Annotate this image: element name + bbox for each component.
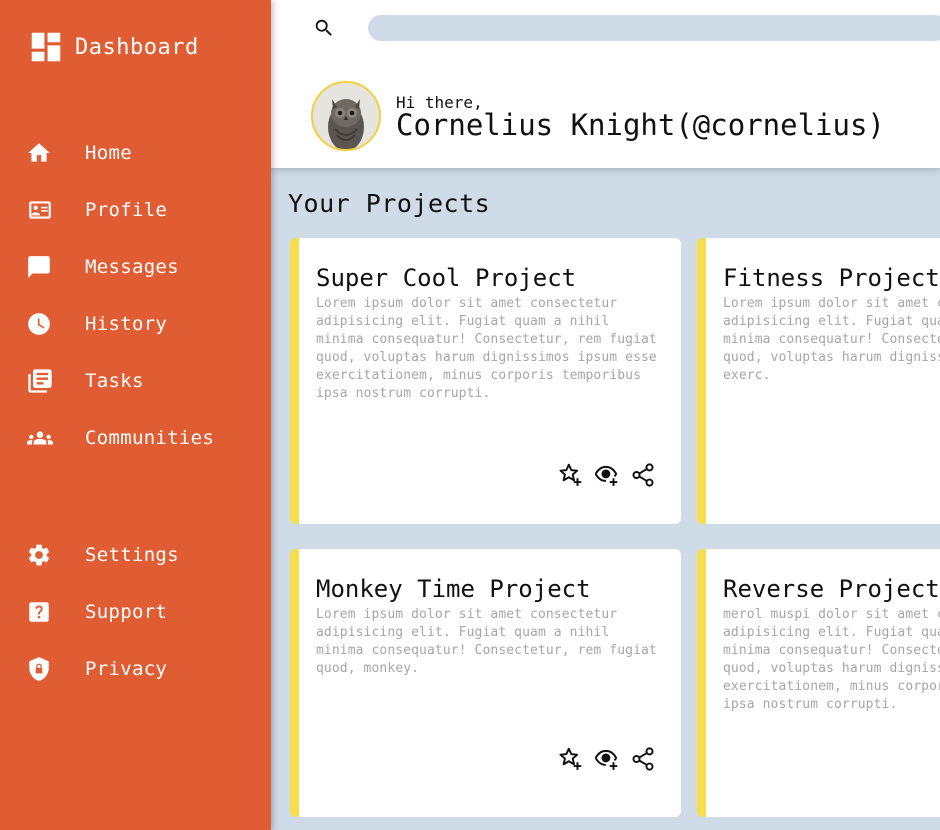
project-actions: [558, 462, 656, 488]
project-title: Reverse Project: [723, 575, 940, 603]
sidebar-item-label: Messages: [85, 256, 179, 278]
sidebar-item-profile[interactable]: Profile: [26, 195, 256, 225]
sidebar-item-privacy[interactable]: Privacy: [26, 654, 256, 684]
gear-icon: [28, 544, 50, 566]
project-description: Lorem ipsum dolor sit amet consectetur a…: [316, 296, 657, 401]
sidebar-item-label: History: [85, 313, 168, 335]
shield-lock-icon: [29, 657, 49, 681]
section-title: Your Projects: [288, 189, 491, 218]
project-description: Lorem ipsum dolor sit amet consectetur a…: [316, 607, 657, 676]
brand[interactable]: Dashboard: [27, 28, 199, 66]
tasks-icon: [28, 369, 52, 393]
project-description: merol muspi dolor sit amet consectetur a…: [723, 607, 940, 712]
search-icon[interactable]: [313, 17, 335, 39]
profile-card-icon: [29, 201, 51, 219]
sidebar-item-messages[interactable]: Messages: [26, 252, 256, 282]
star-plus-icon[interactable]: [558, 746, 584, 772]
sidebar: Dashboard Home Profile Messages History …: [0, 0, 271, 830]
sidebar-item-label: Support: [85, 601, 168, 623]
project-card[interactable]: Monkey Time Project Lorem ipsum dolor si…: [290, 549, 681, 817]
sidebar-item-settings[interactable]: Settings: [26, 540, 256, 570]
dashboard-icon: [31, 32, 61, 62]
share-icon[interactable]: [630, 746, 656, 772]
sidebar-item-label: Settings: [85, 544, 179, 566]
star-plus-icon[interactable]: [558, 462, 584, 488]
sidebar-item-support[interactable]: Support: [26, 597, 256, 627]
project-title: Monkey Time Project: [316, 575, 591, 603]
eye-plus-icon[interactable]: [594, 746, 620, 772]
project-title: Super Cool Project: [316, 264, 577, 292]
help-icon: [29, 602, 49, 622]
sidebar-item-tasks[interactable]: Tasks: [26, 366, 256, 396]
home-icon: [28, 143, 50, 162]
project-card[interactable]: Reverse Project merol muspi dolor sit am…: [697, 549, 940, 817]
sidebar-item-label: Communities: [85, 427, 215, 449]
header: Hi there, Cornelius Knight(@cornelius): [271, 0, 940, 168]
project-description: Lorem ipsum dolor sit amet consectetur a…: [723, 296, 940, 383]
share-icon[interactable]: [630, 462, 656, 488]
sidebar-item-label: Profile: [85, 199, 168, 221]
brand-label: Dashboard: [75, 34, 199, 60]
sidebar-item-home[interactable]: Home: [26, 138, 256, 168]
eye-plus-icon[interactable]: [594, 462, 620, 488]
project-card[interactable]: Fitness Project Lorem ipsum dolor sit am…: [697, 238, 940, 524]
avatar[interactable]: [311, 81, 381, 151]
sidebar-item-label: Home: [85, 142, 132, 164]
project-actions: [558, 746, 656, 772]
message-icon: [28, 256, 50, 278]
sidebar-item-label: Tasks: [85, 370, 144, 392]
sidebar-item-history[interactable]: History: [26, 309, 256, 339]
username: Cornelius Knight(@cornelius): [396, 108, 885, 142]
owl-avatar-image: [313, 83, 379, 149]
search-input[interactable]: [368, 15, 940, 41]
project-title: Fitness Project: [723, 264, 940, 292]
sidebar-item-label: Privacy: [85, 658, 168, 680]
people-icon: [27, 431, 53, 445]
project-card[interactable]: Super Cool Project Lorem ipsum dolor sit…: [290, 238, 681, 524]
clock-icon: [28, 313, 50, 335]
sidebar-item-communities[interactable]: Communities: [26, 423, 256, 453]
